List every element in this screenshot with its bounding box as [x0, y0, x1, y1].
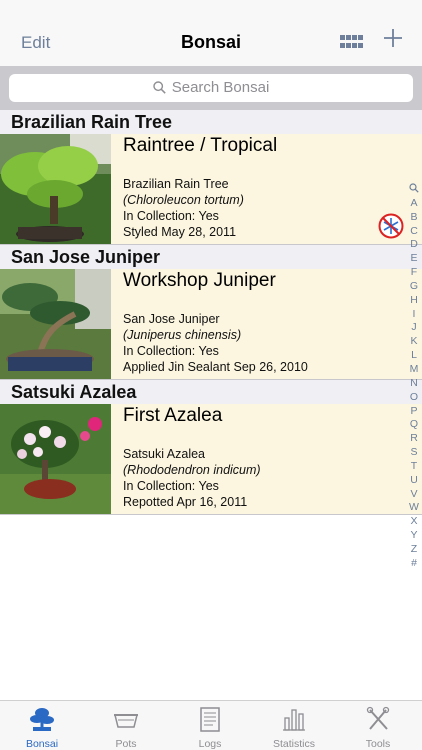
- index-letter[interactable]: A: [406, 197, 422, 211]
- index-letter[interactable]: W: [406, 501, 422, 515]
- statistics-icon: [283, 709, 305, 731]
- tab-pots[interactable]: Pots: [84, 701, 168, 750]
- index-letter[interactable]: E: [406, 252, 422, 266]
- pot-icon: [114, 714, 138, 728]
- index-letter[interactable]: Q: [406, 418, 422, 432]
- index-letter[interactable]: F: [406, 266, 422, 280]
- index-letter[interactable]: D: [406, 238, 422, 252]
- tab-label: Statistics: [272, 738, 315, 750]
- logs-icon: [200, 707, 220, 732]
- list-item[interactable]: First Azalea Satsuki Azalea (Rhododendro…: [0, 404, 422, 515]
- index-letter[interactable]: B: [406, 211, 422, 225]
- tab-statistics[interactable]: Statistics: [252, 701, 336, 750]
- tab-label: Logs: [198, 738, 222, 750]
- index-letter[interactable]: X: [406, 515, 422, 529]
- bonsai-photo: [0, 404, 111, 514]
- section-header: Brazilian Rain Tree: [0, 110, 422, 134]
- index-letter[interactable]: Y: [406, 529, 422, 543]
- collection-status: In Collection: Yes: [123, 479, 219, 493]
- index-letter[interactable]: S: [406, 446, 422, 460]
- index-letter[interactable]: L: [406, 349, 422, 363]
- tab-bonsai[interactable]: Bonsai: [0, 701, 84, 750]
- index-letter[interactable]: H: [406, 294, 422, 308]
- species-common-name: Brazilian Rain Tree: [123, 177, 229, 191]
- index-letter[interactable]: J: [406, 321, 422, 335]
- section-header: San Jose Juniper: [0, 245, 422, 269]
- tab-label: Tools: [365, 738, 391, 750]
- add-icon[interactable]: [380, 25, 406, 51]
- species-common-name: Satsuki Azalea: [123, 447, 205, 461]
- index-letter[interactable]: I: [406, 308, 422, 322]
- species-latin-name: (Juniperus chinensis): [123, 328, 242, 342]
- index-letter[interactable]: V: [406, 488, 422, 502]
- tab-label: Bonsai: [25, 738, 59, 750]
- index-letter[interactable]: U: [406, 474, 422, 488]
- no-frost-icon: [378, 213, 404, 239]
- bonsai-photo: [0, 269, 111, 379]
- tab-bar: Bonsai Pots Logs Statistics Tools: [0, 700, 422, 750]
- tab-logs[interactable]: Logs: [168, 701, 252, 750]
- index-letter[interactable]: T: [406, 460, 422, 474]
- search-input[interactable]: Search Bonsai: [9, 74, 413, 102]
- search-icon: [153, 81, 166, 94]
- index-letter[interactable]: Z: [406, 543, 422, 557]
- grid-view-icon[interactable]: [340, 35, 364, 49]
- index-letter[interactable]: M: [406, 363, 422, 377]
- index-letter[interactable]: N: [406, 377, 422, 391]
- index-letter[interactable]: K: [406, 335, 422, 349]
- navigation-bar: Edit Bonsai: [0, 0, 422, 66]
- last-event: Applied Jin Sealant Sep 26, 2010: [123, 360, 308, 374]
- search-bar: Search Bonsai: [0, 66, 422, 110]
- list-item[interactable]: Workshop Juniper San Jose Juniper (Junip…: [0, 269, 422, 380]
- section-header: Satsuki Azalea: [0, 380, 422, 404]
- index-letter[interactable]: G: [406, 280, 422, 294]
- section-index[interactable]: A B C D E F G H I J K L M N O P Q R S T …: [406, 183, 422, 571]
- bonsai-name: First Azalea: [123, 405, 223, 426]
- index-letter[interactable]: R: [406, 432, 422, 446]
- index-search-icon[interactable]: [406, 183, 422, 197]
- collection-status: In Collection: Yes: [123, 344, 219, 358]
- last-event: Styled May 28, 2011: [123, 225, 237, 239]
- bonsai-name: Raintree / Tropical: [123, 135, 278, 156]
- collection-status: In Collection: Yes: [123, 209, 219, 223]
- index-letter[interactable]: O: [406, 391, 422, 405]
- tree-icon: [30, 708, 54, 731]
- list-item[interactable]: Raintree / Tropical Brazilian Rain Tree …: [0, 134, 422, 245]
- index-letter[interactable]: P: [406, 405, 422, 419]
- bonsai-name: Workshop Juniper: [123, 270, 276, 291]
- last-event: Repotted Apr 16, 2011: [123, 495, 248, 509]
- tools-icon: [366, 706, 390, 730]
- species-common-name: San Jose Juniper: [123, 312, 220, 326]
- species-latin-name: (Rhododendron indicum): [123, 463, 261, 477]
- species-latin-name: (Chloroleucon tortum): [123, 193, 244, 207]
- index-letter[interactable]: #: [406, 557, 422, 571]
- tab-label: Pots: [115, 738, 137, 750]
- index-letter[interactable]: C: [406, 225, 422, 239]
- search-placeholder: Search Bonsai: [171, 79, 270, 96]
- bonsai-photo: [0, 134, 111, 244]
- tab-tools[interactable]: Tools: [336, 701, 420, 750]
